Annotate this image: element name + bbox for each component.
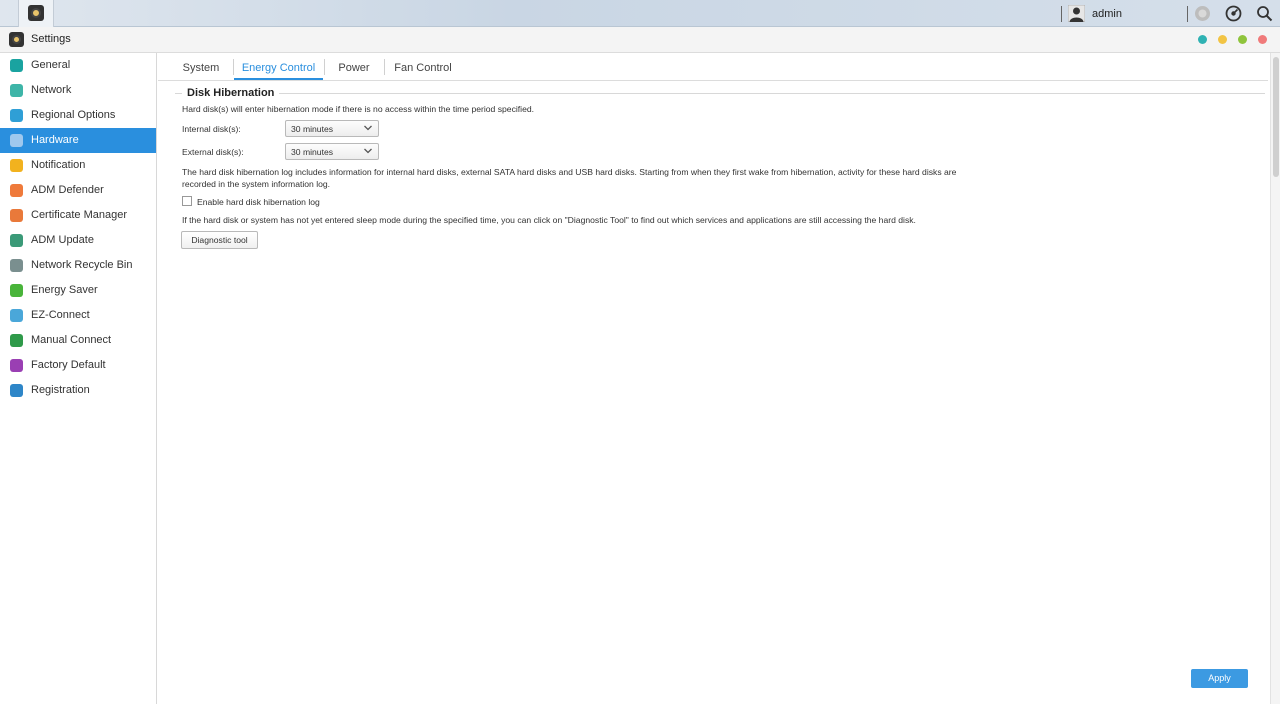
- connect-icon: [10, 334, 23, 347]
- log-info-text-line1: The hard disk hibernation log includes i…: [182, 167, 957, 177]
- window-help-button[interactable]: [1198, 35, 1207, 44]
- internal-disk-select[interactable]: 30 minutes: [285, 120, 379, 137]
- tab-fan-control[interactable]: Fan Control: [385, 53, 461, 80]
- external-disk-select[interactable]: 30 minutes: [285, 143, 379, 160]
- hardware-icon: [10, 134, 23, 147]
- internal-disk-label: Internal disk(s):: [182, 124, 241, 134]
- globe-icon: [10, 84, 23, 97]
- settings-app-icon: [28, 5, 44, 21]
- sidebar-item-manual-connect[interactable]: Manual Connect: [0, 328, 156, 353]
- notification-bell-icon[interactable]: [1194, 5, 1211, 22]
- update-icon: [10, 234, 23, 247]
- sidebar-item-label: Regional Options: [31, 109, 116, 121]
- tab-system[interactable]: System: [170, 53, 232, 80]
- sidebar-item-label: Energy Saver: [31, 284, 98, 296]
- recycle-bin-icon: [10, 259, 23, 272]
- apply-button[interactable]: Apply: [1191, 669, 1248, 688]
- taskbar-divider: [1187, 6, 1188, 22]
- tab-bar: System Energy Control Power Fan Control: [158, 53, 1268, 81]
- sidebar-item-ez-connect[interactable]: EZ-Connect: [0, 303, 156, 328]
- section-title: Disk Hibernation: [182, 87, 280, 99]
- section-divider: [175, 93, 1265, 94]
- general-icon: [10, 59, 23, 72]
- taskbar-settings-app[interactable]: [18, 0, 54, 27]
- sidebar-item-label: Hardware: [31, 134, 79, 146]
- scrollbar-thumb[interactable]: [1273, 57, 1279, 177]
- taskbar-divider: [1061, 6, 1062, 22]
- sidebar-item-factory-default[interactable]: Factory Default: [0, 353, 156, 378]
- notification-icon: [10, 159, 23, 172]
- sidebar-item-adm-update[interactable]: ADM Update: [0, 228, 156, 253]
- internal-disk-value: 30 minutes: [291, 124, 334, 134]
- leaf-icon: [10, 284, 23, 297]
- external-disk-value: 30 minutes: [291, 147, 334, 157]
- hibernation-intro-text: Hard disk(s) will enter hibernation mode…: [182, 104, 535, 114]
- window-close-button[interactable]: [1258, 35, 1267, 44]
- certificate-icon: [10, 209, 23, 222]
- taskbar: admin: [0, 0, 1280, 27]
- sidebar-item-label: Factory Default: [31, 359, 106, 371]
- sidebar-item-label: Network Recycle Bin: [31, 259, 133, 271]
- sidebar-item-notification[interactable]: Notification: [0, 153, 156, 178]
- window-title: Settings: [31, 33, 71, 45]
- sidebar-item-hardware[interactable]: Hardware: [0, 128, 156, 153]
- sidebar-item-label: ADM Defender: [31, 184, 104, 196]
- log-info-text-line2: recorded in the system information log.: [182, 179, 331, 189]
- sidebar-item-network[interactable]: Network: [0, 78, 156, 103]
- sidebar-item-label: Notification: [31, 159, 86, 171]
- chevron-down-icon: [364, 125, 372, 131]
- sidebar-item-energy-saver[interactable]: Energy Saver: [0, 278, 156, 303]
- sidebar-item-adm-defender[interactable]: ADM Defender: [0, 178, 156, 203]
- sidebar-item-general[interactable]: General: [0, 53, 156, 78]
- search-icon[interactable]: [1256, 5, 1273, 22]
- dashboard-gauge-icon[interactable]: [1225, 5, 1242, 22]
- chevron-down-icon: [364, 148, 372, 154]
- sidebar-item-registration[interactable]: Registration: [0, 378, 156, 403]
- undo-icon: [10, 359, 23, 372]
- sidebar-item-label: Manual Connect: [31, 334, 112, 346]
- window-titlebar: Settings: [0, 27, 1280, 53]
- regional-icon: [10, 109, 23, 122]
- user-icon[interactable]: [1068, 5, 1085, 22]
- window-maximize-button[interactable]: [1238, 35, 1247, 44]
- sidebar-item-label: Network: [31, 84, 72, 96]
- sidebar-item-regional-options[interactable]: Regional Options: [0, 103, 156, 128]
- sidebar-item-label: EZ-Connect: [31, 309, 90, 321]
- tab-power[interactable]: Power: [325, 53, 383, 80]
- sidebar-item-certificate-manager[interactable]: Certificate Manager: [0, 203, 156, 228]
- tab-energy-control[interactable]: Energy Control: [234, 53, 323, 80]
- enable-log-checkbox[interactable]: [182, 196, 192, 206]
- enable-log-label[interactable]: Enable hard disk hibernation log: [197, 196, 320, 208]
- registration-icon: [10, 384, 23, 397]
- cloud-icon: [10, 309, 23, 322]
- shield-wall-icon: [10, 184, 23, 197]
- sidebar-item-label: ADM Update: [31, 234, 94, 246]
- sidebar-item-network-recycle-bin[interactable]: Network Recycle Bin: [0, 253, 156, 278]
- scrollbar[interactable]: [1270, 53, 1280, 704]
- sidebar: General Network Regional Options Hardwar…: [0, 53, 157, 704]
- external-disk-label: External disk(s):: [182, 147, 244, 157]
- sidebar-item-label: Registration: [31, 384, 90, 396]
- sidebar-item-label: General: [31, 59, 71, 71]
- sidebar-item-label: Certificate Manager: [31, 209, 127, 221]
- diagnostic-tool-button[interactable]: Diagnostic tool: [181, 231, 258, 249]
- user-name[interactable]: admin: [1092, 8, 1122, 20]
- diagnostic-info-text: If the hard disk or system has not yet e…: [182, 215, 916, 225]
- window-minimize-button[interactable]: [1218, 35, 1227, 44]
- settings-logo-icon: [9, 32, 24, 47]
